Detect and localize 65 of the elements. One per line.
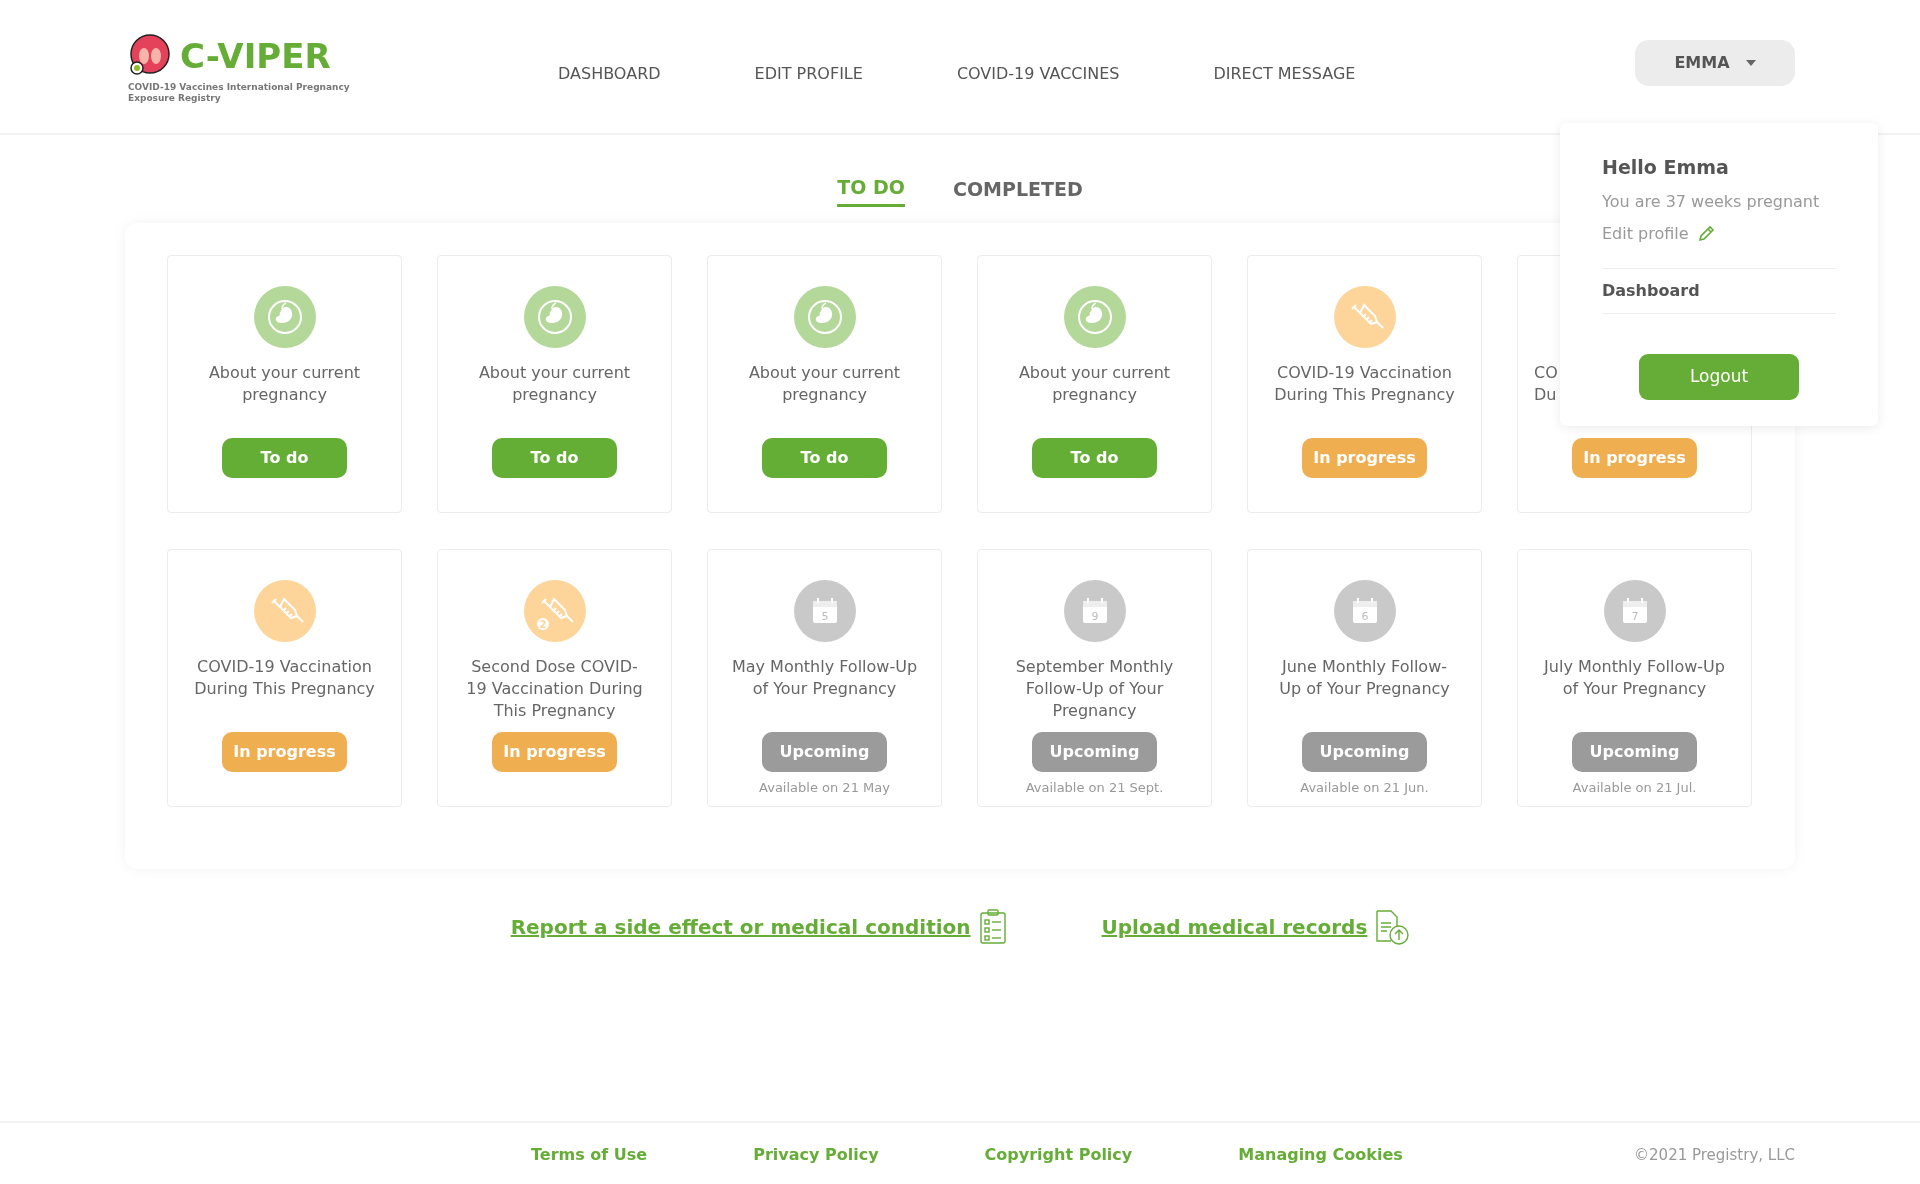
- status-button[interactable]: Upcoming: [1572, 731, 1697, 772]
- clipboard-icon: [978, 908, 1007, 945]
- nav-link[interactable]: EDIT PROFILE: [754, 62, 863, 86]
- calendar-icon: 7: [1603, 579, 1666, 642]
- status-button[interactable]: In progress: [1572, 437, 1697, 478]
- calendar-icon: 5: [793, 579, 856, 642]
- card-title: About your current pregnancy: [207, 361, 362, 406]
- card-title: CO Du: [1533, 361, 1559, 406]
- card-title: July Monthly Follow-Up of Your Pregnancy: [1542, 655, 1726, 700]
- card-title: COVID-19 Vaccination During This Pregnancy: [193, 655, 376, 700]
- footer-link[interactable]: Privacy Policy: [753, 1143, 879, 1167]
- pregnancy-status: You are 37 weeks pregnant: [1602, 190, 1821, 213]
- menu-item[interactable]: Dashboard: [1602, 267, 1836, 314]
- availability-note: Available on 21 Jul.: [1572, 778, 1697, 797]
- card-title: Second Dose COVID-19 Vaccination During This Pregnancy: [465, 655, 644, 722]
- card-title: About your current pregnancy: [747, 361, 902, 406]
- calendar-icon: 9: [1063, 579, 1126, 642]
- document-upload-icon: [1375, 908, 1410, 945]
- tab[interactable]: TO DO: [837, 173, 905, 207]
- footer-link[interactable]: Terms of Use: [531, 1143, 648, 1167]
- logout-button[interactable]: Logout: [1639, 353, 1799, 400]
- syringe-icon: 2: [523, 579, 586, 642]
- fetus-icon: [253, 285, 316, 348]
- logo-icon: [128, 34, 172, 78]
- fetus-icon: [1063, 285, 1126, 348]
- status-button[interactable]: In progress: [1302, 437, 1427, 478]
- greeting: Hello Emma: [1602, 155, 1730, 180]
- availability-note: Available on 21 Sept.: [1025, 778, 1164, 797]
- footer-link[interactable]: Copyright Policy: [984, 1143, 1133, 1167]
- status-button[interactable]: Upcoming: [1032, 731, 1157, 772]
- tab[interactable]: COMPLETED: [952, 173, 1083, 207]
- status-button[interactable]: To do: [492, 437, 617, 478]
- fetus-icon: [523, 285, 586, 348]
- pencil-icon: [1696, 224, 1715, 243]
- status-button[interactable]: Upcoming: [762, 731, 887, 772]
- card-title: June Monthly Follow-Up of Your Pregnancy: [1278, 655, 1451, 700]
- calendar-icon: 6: [1333, 579, 1396, 642]
- syringe-icon: [253, 579, 316, 642]
- nav-link[interactable]: DIRECT MESSAGE: [1213, 62, 1356, 86]
- action-link[interactable]: Report a side effect or medical condition: [510, 911, 971, 942]
- syringe-icon: [1333, 285, 1396, 348]
- status-button[interactable]: To do: [222, 437, 347, 478]
- card-title: COVID-19 Vaccination During This Pregnancy: [1273, 361, 1456, 406]
- copyright: ©2021 Pregistry, LLC: [1634, 1144, 1795, 1166]
- status-button[interactable]: Upcoming: [1302, 731, 1427, 772]
- status-button[interactable]: In progress: [492, 731, 617, 772]
- caret-icon: [1745, 60, 1756, 66]
- user-menu-button[interactable]: EMMA: [1635, 40, 1795, 86]
- availability-note: Available on 21 Jun.: [1300, 778, 1429, 797]
- nav-link[interactable]: COVID-19 VACCINES: [956, 62, 1120, 86]
- logo-subtitle: COVID-19 Vaccines International Pregnancy Exposure Registry: [128, 82, 351, 104]
- fetus-icon: [793, 285, 856, 348]
- card-title: About your current pregnancy: [1017, 361, 1172, 406]
- card-title: May Monthly Follow-Up of Your Pregnancy: [731, 655, 918, 700]
- status-button[interactable]: In progress: [222, 731, 347, 772]
- status-button[interactable]: To do: [762, 437, 887, 478]
- status-button[interactable]: To do: [1032, 437, 1157, 478]
- nav-link[interactable]: DASHBOARD: [558, 62, 661, 86]
- logo-name: C-VIPER: [180, 39, 331, 73]
- edit-profile-link[interactable]: Edit profile: [1602, 221, 1689, 246]
- action-link[interactable]: Upload medical records: [1101, 911, 1368, 942]
- card-title: About your current pregnancy: [477, 361, 632, 406]
- availability-note: Available on 21 May: [759, 778, 890, 797]
- card-title: September Monthly Follow-Up of Your Pregnancy: [1014, 655, 1175, 722]
- footer-link[interactable]: Managing Cookies: [1238, 1143, 1403, 1167]
